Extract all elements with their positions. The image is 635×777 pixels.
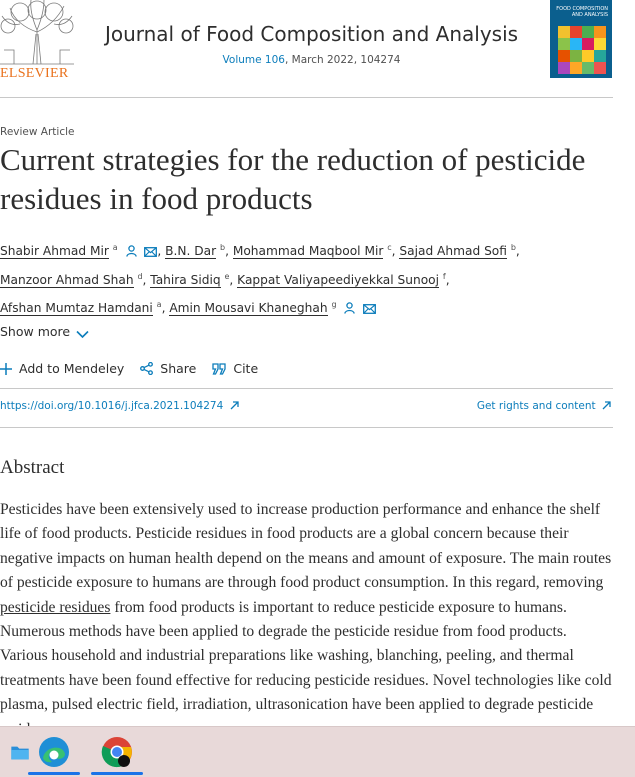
email-icon[interactable] xyxy=(144,242,158,265)
mendeley-label: Add to Mendeley xyxy=(19,361,125,376)
edge-button[interactable] xyxy=(24,727,84,777)
divider xyxy=(0,427,613,428)
article-actions: Add to Mendeley Share Cite xyxy=(0,361,274,376)
author-link[interactable]: Manzoor Ahmad Shah xyxy=(0,273,134,289)
quote-icon xyxy=(212,362,227,375)
author-link[interactable]: Kappat Valiyapeediyekkal Sunooj xyxy=(237,273,440,289)
pesticide-residues-link[interactable]: pesticide residues xyxy=(0,599,110,616)
taskbar xyxy=(0,726,635,777)
affiliation-sup: g xyxy=(331,299,337,309)
author-link[interactable]: Tahira Sidiq xyxy=(150,273,221,289)
abstract-text-end: from food products is important to reduc… xyxy=(0,598,612,738)
article-type-label: Review Article xyxy=(0,126,75,138)
volume-link[interactable]: Volume 106 xyxy=(223,54,285,66)
share-label: Share xyxy=(160,361,197,376)
author-link[interactable]: B.N. Dar xyxy=(165,244,217,260)
affiliation-sup: d xyxy=(137,272,143,282)
rights-link[interactable]: Get rights and content xyxy=(477,400,611,412)
author-link[interactable]: Mohammad Maqbool Mir xyxy=(232,244,384,260)
person-icon[interactable] xyxy=(125,242,137,265)
external-link-icon xyxy=(230,401,239,410)
cite-label: Cite xyxy=(233,361,259,376)
author-link[interactable]: Sajad Ahmad Sofi xyxy=(399,244,507,260)
abstract-body: Pesticides have been extensively used to… xyxy=(0,498,616,742)
author-link[interactable]: Afshan Mumtaz Hamdani xyxy=(0,300,153,316)
author-link[interactable]: Amin Mousavi Khaneghah xyxy=(169,300,328,316)
author-list: Shabir Ahmad Mir a , B.N. Dar b, Mohamma… xyxy=(0,236,612,322)
show-more-button[interactable]: Show more xyxy=(0,324,89,339)
elsevier-wordmark: ELSEVIER xyxy=(0,66,69,81)
affiliation-sup: e xyxy=(224,272,230,282)
plus-icon xyxy=(0,362,12,375)
doi-text: https://doi.org/10.1016/j.jfca.2021.1042… xyxy=(0,400,224,412)
article-title: Current strategies for the reduction of … xyxy=(0,142,586,216)
journal-cover-image[interactable]: FOOD COMPOSITION AND ANALYSIS xyxy=(550,0,612,78)
affiliation-sup: f xyxy=(442,272,446,282)
abstract-text-start: Pesticides have been extensively used to… xyxy=(0,501,612,592)
doi-link[interactable]: https://doi.org/10.1016/j.jfca.2021.1042… xyxy=(0,400,239,412)
chevron-down-icon xyxy=(76,330,89,339)
cite-button[interactable]: Cite xyxy=(212,361,258,376)
show-more-label: Show more xyxy=(0,324,71,339)
issue-date: , March 2022, 104274 xyxy=(284,54,401,66)
chrome-button[interactable] xyxy=(87,727,147,777)
email-icon[interactable] xyxy=(363,299,377,322)
divider xyxy=(0,388,613,389)
journal-header: ELSEVIER Journal of Food Composition and… xyxy=(0,0,613,98)
share-button[interactable]: Share xyxy=(140,361,196,376)
affiliation-sup: b xyxy=(220,243,226,252)
journal-issue-info: Volume 106, March 2022, 104274 xyxy=(0,54,623,66)
rights-text: Get rights and content xyxy=(476,400,596,412)
affiliation-sup: c xyxy=(387,243,392,252)
share-icon xyxy=(140,362,154,375)
chrome-icon xyxy=(101,737,132,768)
add-to-mendeley-button[interactable]: Add to Mendeley xyxy=(0,361,124,376)
affiliation-sup: a xyxy=(156,299,162,309)
external-link-icon xyxy=(602,401,611,410)
person-icon[interactable] xyxy=(344,299,356,322)
edge-icon xyxy=(39,737,69,767)
author-link[interactable]: Shabir Ahmad Mir xyxy=(0,244,109,260)
affiliation-sup: a xyxy=(112,243,118,252)
journal-title[interactable]: Journal of Food Composition and Analysis xyxy=(0,22,623,46)
affiliation-sup: b xyxy=(510,243,516,252)
abstract-heading: Abstract xyxy=(0,457,65,478)
